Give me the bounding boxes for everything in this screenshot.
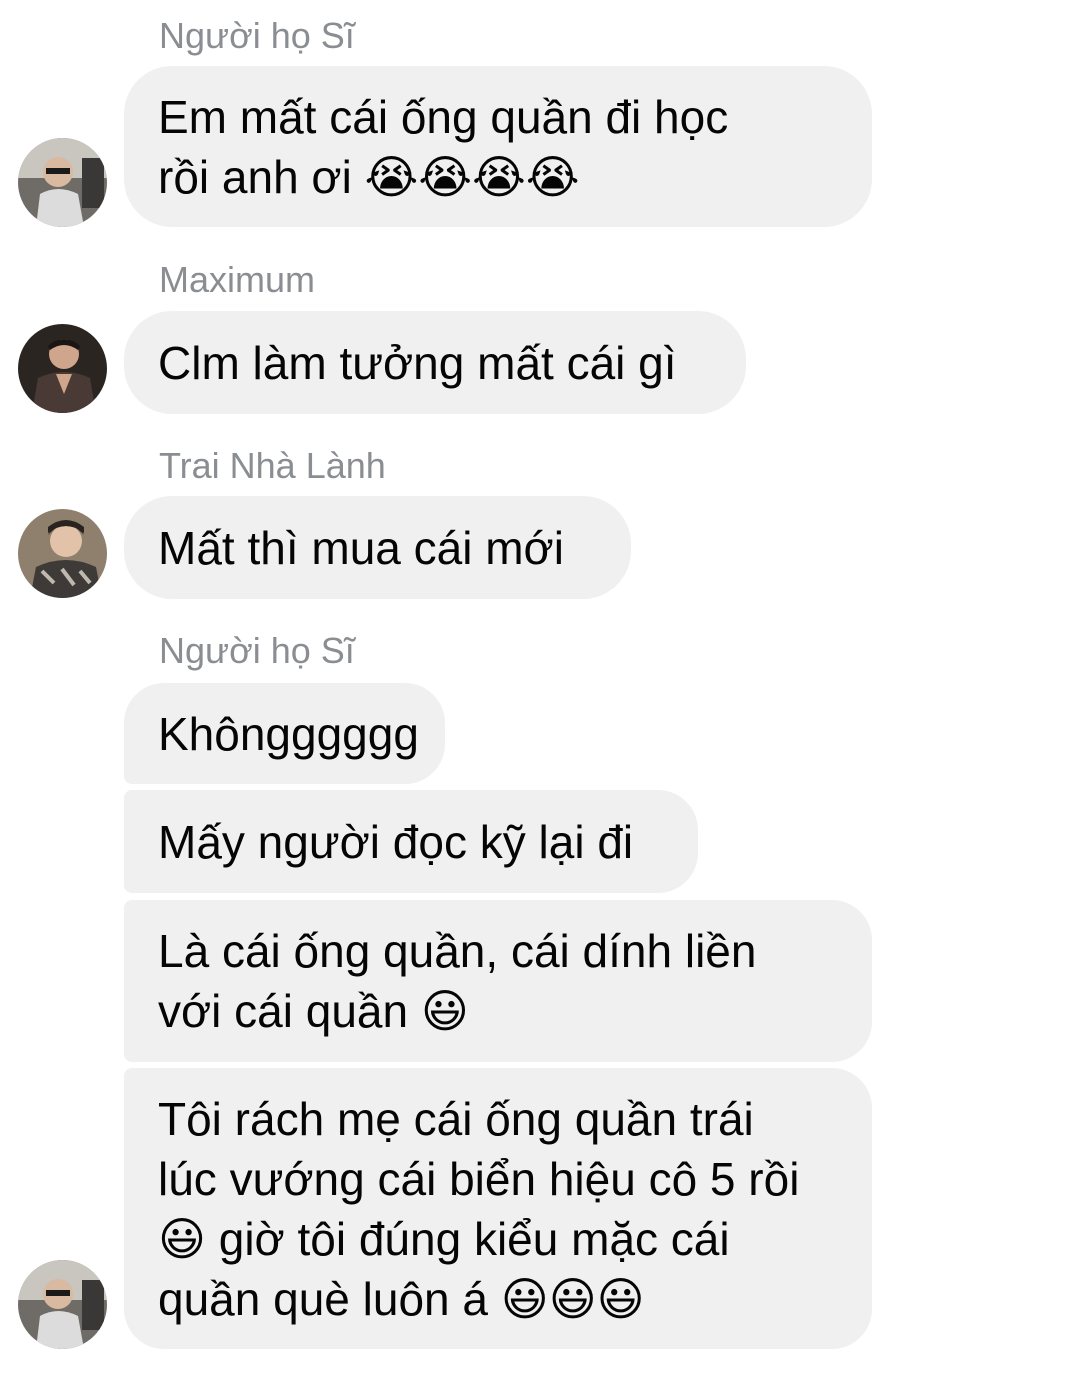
message-text-line: Clm làm tưởng mất cái gì — [158, 336, 677, 389]
message-text-line: Tôi rách mẹ cái ống quần trái — [158, 1092, 754, 1145]
message-bubble[interactable]: Tôi rách mẹ cái ống quần trái lúc vướng … — [124, 1068, 872, 1349]
message-text-line: rồi anh ơi 😭😭😭😭 — [158, 150, 580, 203]
avatar-image — [18, 324, 107, 413]
message-text-line: lúc vướng cái biển hiệu cô 5 rồi — [158, 1152, 800, 1205]
message-text-line: Là cái ống quần, cái dính liền — [158, 925, 757, 977]
message-bubble[interactable]: Mấy người đọc kỹ lại đi — [124, 790, 698, 893]
message-bubble[interactable]: Khôngggggg — [124, 683, 445, 784]
message-bubble[interactable]: Em mất cái ống quần đi học rồi anh ơi 😭😭… — [124, 66, 872, 227]
sender-name: Maximum — [159, 259, 316, 300]
sender-name: Trai Nhà Lành — [159, 445, 386, 486]
avatar[interactable] — [18, 324, 107, 413]
message-text-line: Mất thì mua cái mới — [158, 521, 564, 574]
message-text-line: quần què luôn á 😃😃😃 — [158, 1272, 645, 1325]
message-bubble[interactable]: Clm làm tưởng mất cái gì — [124, 311, 746, 414]
avatar[interactable] — [18, 509, 107, 598]
message-bubble[interactable]: Là cái ống quần, cái dính liền với cái q… — [124, 900, 872, 1062]
message-text-line: với cái quần 😃 — [158, 985, 469, 1037]
message-text-line: Mấy người đọc kỹ lại đi — [158, 815, 634, 868]
avatar[interactable] — [18, 138, 107, 227]
message-text-line: 😃 giờ tôi đúng kiểu mặc cái — [158, 1212, 730, 1265]
avatar[interactable] — [18, 1260, 107, 1349]
message-text-line: Khôngggggg — [158, 707, 419, 760]
sender-name: Người họ Sĩ — [159, 630, 355, 671]
message-bubble[interactable]: Mất thì mua cái mới — [124, 496, 631, 599]
message-text-line: Em mất cái ống quần đi học — [158, 90, 729, 143]
avatar-image — [18, 138, 107, 227]
avatar-image — [18, 509, 107, 598]
avatar-image — [18, 1260, 107, 1349]
sender-name: Người họ Sĩ — [159, 15, 355, 56]
